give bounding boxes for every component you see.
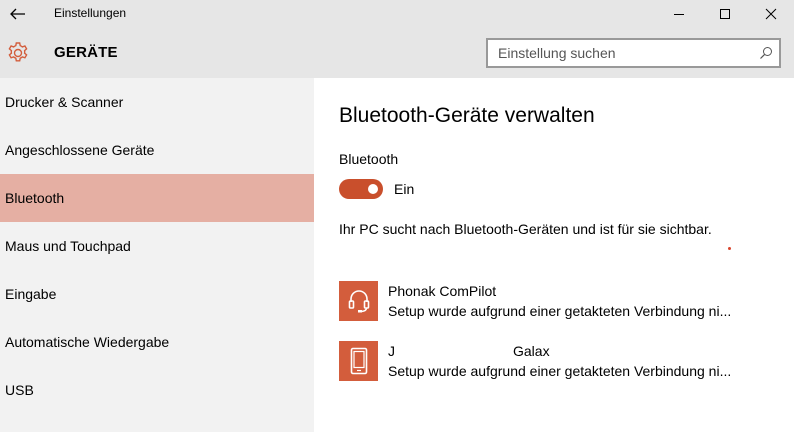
main-content: Bluetooth-Geräte verwalten Bluetooth Ein… — [314, 78, 794, 432]
search-input[interactable] — [488, 40, 756, 66]
sidebar-item-label: Bluetooth — [5, 190, 65, 206]
sidebar-item-label: Maus und Touchpad — [5, 238, 131, 254]
maximize-button[interactable] — [702, 0, 748, 28]
sidebar-item-label: Eingabe — [5, 286, 57, 302]
page-title: GERÄTE — [54, 44, 118, 61]
sidebar-item-usb[interactable]: USB — [0, 366, 314, 414]
bluetooth-toggle[interactable] — [339, 179, 383, 199]
sidebar-item-bluetooth[interactable]: Bluetooth — [0, 174, 314, 222]
sidebar-item-angeschlossene-geraete[interactable]: Angeschlossene Geräte — [0, 126, 314, 174]
decorative-dot — [728, 247, 731, 250]
redacted-area — [395, 345, 513, 360]
sidebar-item-label: Angeschlossene Geräte — [5, 142, 155, 158]
device-status: Setup wurde aufgrund einer getakteten Ve… — [388, 303, 732, 319]
search-box[interactable] — [486, 38, 781, 68]
sidebar-item-drucker-scanner[interactable]: Drucker & Scanner — [0, 78, 314, 126]
search-icon[interactable] — [759, 46, 773, 60]
minimize-button[interactable] — [656, 0, 702, 28]
section-title: Bluetooth-Geräte verwalten — [339, 104, 595, 127]
back-arrow-icon — [10, 8, 25, 20]
close-icon — [765, 8, 777, 20]
window-title: Einstellungen — [54, 6, 127, 20]
back-button[interactable] — [0, 0, 36, 28]
toggle-state-label: Ein — [394, 181, 415, 197]
bluetooth-label: Bluetooth — [339, 151, 399, 167]
bluetooth-status-text: Ihr PC sucht nach Bluetooth-Geräten und … — [339, 221, 712, 237]
sidebar-item-eingabe[interactable]: Eingabe — [0, 270, 314, 318]
gear-icon — [8, 42, 28, 62]
device-name: J Galax — [388, 343, 550, 360]
device-tile — [339, 281, 378, 321]
sidebar-item-label: Automatische Wiedergabe — [5, 334, 170, 350]
headset-icon — [348, 290, 369, 313]
settings-header: GERÄTE — [0, 28, 794, 78]
sidebar-item-maus-touchpad[interactable]: Maus und Touchpad — [0, 222, 314, 270]
sidebar-item-automatische-wiedergabe[interactable]: Automatische Wiedergabe — [0, 318, 314, 366]
device-tile — [339, 341, 378, 381]
minimize-icon — [674, 14, 684, 15]
sidebar: Drucker & Scanner Angeschlossene Geräte … — [0, 78, 314, 432]
title-bar: Einstellungen — [0, 0, 794, 28]
device-item-galaxy[interactable]: J Galax Setup wurde aufgrund einer getakt… — [339, 341, 779, 383]
sidebar-item-label: Drucker & Scanner — [5, 94, 124, 110]
sidebar-item-label: USB — [5, 382, 34, 398]
device-item-phonak[interactable]: Phonak ComPilot Setup wurde aufgrund ein… — [339, 281, 779, 323]
device-status: Setup wurde aufgrund einer getakteten Ve… — [388, 363, 732, 379]
maximize-icon — [720, 9, 730, 19]
toggle-knob — [368, 184, 378, 194]
close-button[interactable] — [748, 0, 794, 28]
device-name-suffix: Galax — [513, 343, 550, 359]
device-name-prefix: J — [388, 343, 395, 359]
phone-icon — [350, 347, 367, 375]
device-name: Phonak ComPilot — [388, 283, 497, 299]
